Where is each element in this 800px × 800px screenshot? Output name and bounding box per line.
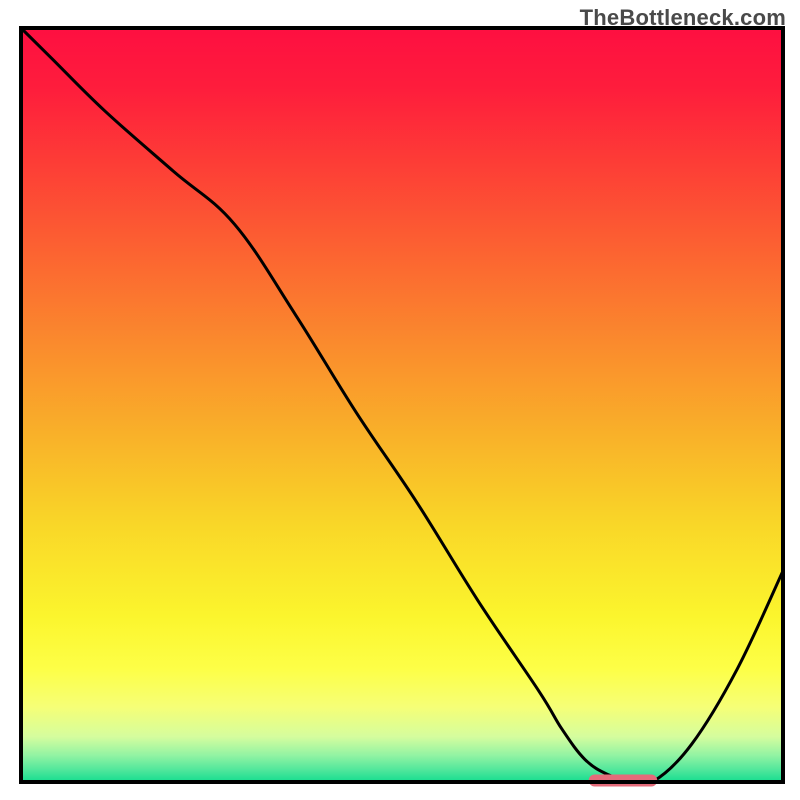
gradient-background [21, 28, 783, 782]
plot-area [21, 28, 783, 787]
chart-container: TheBottleneck.com [0, 0, 800, 800]
chart-svg [0, 0, 800, 800]
watermark-label: TheBottleneck.com [580, 5, 786, 31]
